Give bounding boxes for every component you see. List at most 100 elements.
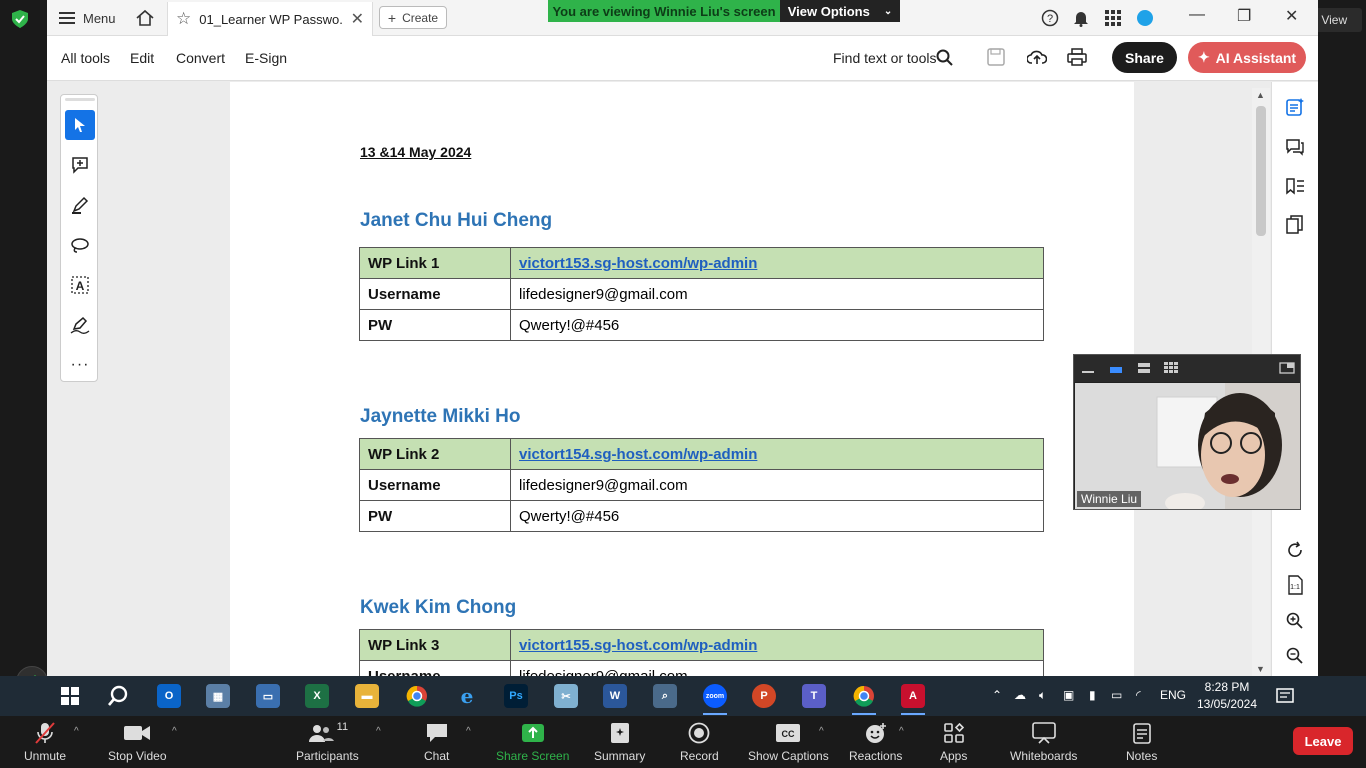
menu-button[interactable]: Menu: [59, 7, 116, 29]
more-tools[interactable]: ···: [65, 350, 95, 380]
restore-icon[interactable]: ❐: [1237, 6, 1251, 26]
scroll-down-icon[interactable]: ▼: [1256, 664, 1265, 674]
summary-button[interactable]: Summary: [594, 721, 645, 763]
magnifier-icon[interactable]: ⌕: [653, 684, 677, 708]
internet-explorer-icon[interactable]: e: [455, 684, 479, 708]
wifi-icon[interactable]: ◜: [1136, 688, 1141, 702]
comments-panel-icon[interactable]: [1284, 136, 1306, 158]
unmute-button[interactable]: Unmute: [24, 721, 66, 763]
gallery-view-icon[interactable]: [1163, 361, 1179, 375]
zoom-in-icon[interactable]: [1284, 610, 1306, 632]
stack-view-icon[interactable]: [1136, 361, 1152, 375]
help-icon[interactable]: ?: [1040, 8, 1060, 28]
wp-admin-link[interactable]: victort155.sg-host.com/wp-admin: [519, 637, 757, 654]
ai-assistant-button[interactable]: ✦ AI Assistant: [1188, 42, 1306, 73]
highlight-tool[interactable]: [65, 190, 95, 220]
ai-summary-icon[interactable]: [1284, 96, 1306, 118]
language-indicator[interactable]: ENG: [1160, 688, 1186, 702]
battery-icon[interactable]: ▭: [1111, 688, 1122, 702]
record-button[interactable]: Record: [680, 721, 719, 763]
reactions-caret-icon[interactable]: ^: [899, 726, 904, 737]
meet-now-icon[interactable]: ▣: [1063, 688, 1074, 702]
profile-avatar-icon[interactable]: [1135, 8, 1155, 28]
chat-button[interactable]: Chat: [424, 721, 449, 763]
save-icon[interactable]: [987, 48, 1005, 66]
close-tab-icon[interactable]: ✕: [351, 9, 364, 29]
photoshop-icon[interactable]: Ps: [504, 684, 528, 708]
create-button[interactable]: + Create: [379, 6, 447, 29]
chrome-icon-2[interactable]: [852, 684, 876, 708]
show-captions-button[interactable]: CC Show Captions: [748, 721, 829, 763]
rotate-icon[interactable]: [1284, 539, 1306, 561]
volume-icon[interactable]: 🔈︎: [1039, 688, 1046, 703]
select-tool[interactable]: [65, 110, 95, 140]
fit-page-icon[interactable]: 1:1: [1284, 574, 1306, 596]
document-tab[interactable]: ☆ 01_Learner WP Passwo... ✕: [167, 2, 373, 36]
add-comment-tool[interactable]: [65, 150, 95, 180]
apps-grid-icon[interactable]: [1103, 8, 1123, 28]
chrome-icon[interactable]: [405, 684, 429, 708]
star-icon[interactable]: ☆: [176, 9, 191, 29]
remote-desktop-icon[interactable]: ▭: [256, 684, 280, 708]
speaker-view-icon[interactable]: [1108, 361, 1124, 375]
notifications-icon[interactable]: [1276, 687, 1294, 705]
zoom-app-icon[interactable]: zoom: [703, 684, 727, 708]
windows-start-icon[interactable]: [61, 687, 79, 705]
system-clock[interactable]: 8:28 PM 13/05/2024: [1196, 679, 1258, 713]
tray-chevron-icon[interactable]: ⌃: [992, 688, 1002, 702]
sign-tool[interactable]: [65, 310, 95, 340]
minimize-icon[interactable]: —: [1189, 6, 1205, 24]
wp-admin-link[interactable]: victort153.sg-host.com/wp-admin: [519, 255, 757, 272]
menu-all-tools[interactable]: All tools: [61, 50, 110, 66]
powerpoint-icon[interactable]: P: [752, 684, 776, 708]
table-row: Username lifedesigner9@gmail.com: [359, 278, 1044, 310]
share-button[interactable]: Share: [1112, 42, 1177, 73]
scroll-thumb[interactable]: [1256, 106, 1266, 236]
upload-cloud-icon[interactable]: [1027, 48, 1047, 66]
close-window-icon[interactable]: ✕: [1285, 6, 1298, 26]
captions-caret-icon[interactable]: ^: [819, 726, 824, 737]
home-icon[interactable]: [135, 8, 155, 28]
menu-esign[interactable]: E-Sign: [245, 50, 287, 66]
apps-button[interactable]: Apps: [940, 721, 967, 763]
calculator-icon[interactable]: ▦: [206, 684, 230, 708]
teams-icon[interactable]: T: [802, 684, 826, 708]
zoom-out-icon[interactable]: [1284, 645, 1306, 667]
stop-video-button[interactable]: Stop Video: [108, 721, 167, 763]
snipping-tool-icon[interactable]: ✂: [554, 684, 578, 708]
share-screen-button[interactable]: Share Screen: [496, 721, 569, 763]
participants-button[interactable]: 11 Participants: [296, 721, 359, 763]
bookmarks-icon[interactable]: [1284, 175, 1306, 197]
print-icon[interactable]: [1067, 48, 1087, 66]
microphone-tray-icon[interactable]: ▮: [1089, 688, 1096, 702]
find-text-label[interactable]: Find text or tools: [833, 50, 937, 66]
word-icon[interactable]: W: [603, 684, 627, 708]
draw-tool[interactable]: [65, 230, 95, 260]
wp-admin-link[interactable]: victort154.sg-host.com/wp-admin: [519, 446, 757, 463]
minimize-video-icon[interactable]: [1080, 361, 1096, 375]
pages-icon[interactable]: [1284, 214, 1306, 236]
menu-edit[interactable]: Edit: [130, 50, 154, 66]
text-box-tool[interactable]: A: [65, 270, 95, 300]
bell-icon[interactable]: [1071, 8, 1091, 28]
menu-convert[interactable]: Convert: [176, 50, 225, 66]
outlook-icon[interactable]: O: [157, 684, 181, 708]
view-options-button[interactable]: View Options ⌄: [780, 0, 900, 22]
search-icon[interactable]: [936, 49, 954, 67]
whiteboards-button[interactable]: Whiteboards: [1010, 721, 1077, 763]
chat-caret-icon[interactable]: ^: [466, 726, 471, 737]
pop-out-video-icon[interactable]: [1279, 361, 1295, 375]
leave-meeting-button[interactable]: Leave: [1293, 727, 1353, 755]
participants-caret-icon[interactable]: ^: [376, 726, 381, 737]
acrobat-taskbar-icon[interactable]: A: [901, 684, 925, 708]
search-taskbar-icon[interactable]: [107, 685, 129, 707]
notes-button[interactable]: Notes: [1126, 721, 1157, 763]
video-window[interactable]: Winnie Liu: [1073, 354, 1301, 510]
excel-icon[interactable]: X: [305, 684, 329, 708]
scroll-up-icon[interactable]: ▲: [1256, 90, 1265, 100]
audio-options-caret-icon[interactable]: ^: [74, 726, 79, 737]
file-explorer-icon[interactable]: ▬: [355, 684, 379, 708]
reactions-button[interactable]: Reactions: [849, 721, 902, 763]
video-options-caret-icon[interactable]: ^: [172, 726, 177, 737]
onedrive-icon[interactable]: ☁: [1014, 688, 1026, 702]
